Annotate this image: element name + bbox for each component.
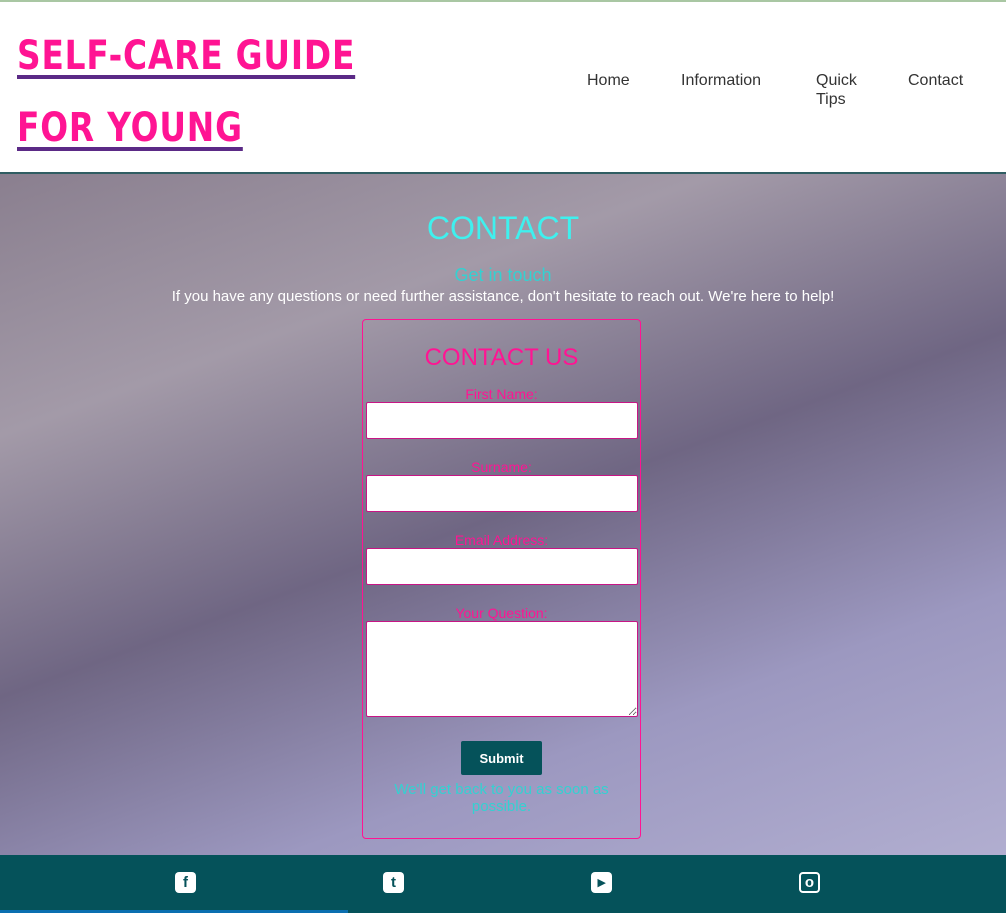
- nav-quick-tips[interactable]: Quick Tips: [816, 71, 866, 109]
- youtube-icon[interactable]: ▸: [591, 872, 612, 893]
- intro-text: If you have any questions or need furthe…: [171, 288, 835, 305]
- email-input[interactable]: [365, 548, 638, 585]
- facebook-icon[interactable]: f: [175, 872, 196, 893]
- contact-section: CONTACT Get in touch If you have any que…: [0, 174, 1006, 855]
- twitter-icon[interactable]: t: [383, 872, 404, 893]
- first-name-input[interactable]: [365, 402, 638, 439]
- get-in-touch: Get in touch: [454, 265, 552, 285]
- surname-label: Surname:: [471, 459, 532, 475]
- response-note: We'll get back to you as soon as possibl…: [394, 781, 609, 815]
- page-heading: CONTACT: [426, 210, 580, 246]
- footer: f t ▸ o: [0, 855, 1006, 913]
- site-header: SELF-CARE GUIDE FOR YOUNG WOMAN Home Inf…: [0, 2, 1006, 223]
- nav-contact[interactable]: Contact: [908, 71, 963, 109]
- instagram-icon[interactable]: o: [799, 872, 820, 893]
- question-label: Your Question:: [455, 605, 548, 621]
- email-label: Email Address:: [454, 532, 549, 548]
- nav-information[interactable]: Information: [681, 71, 816, 109]
- question-textarea[interactable]: [365, 621, 638, 717]
- surname-input[interactable]: [365, 475, 638, 512]
- form-title: CONTACT US: [424, 344, 579, 371]
- contact-form: CONTACT US First Name: Surname: Email Ad…: [362, 319, 641, 839]
- submit-button[interactable]: Submit: [461, 741, 542, 775]
- first-name-label: First Name:: [465, 386, 538, 402]
- main-nav: Home Information Quick Tips Contact: [587, 71, 963, 109]
- nav-home[interactable]: Home: [587, 71, 681, 109]
